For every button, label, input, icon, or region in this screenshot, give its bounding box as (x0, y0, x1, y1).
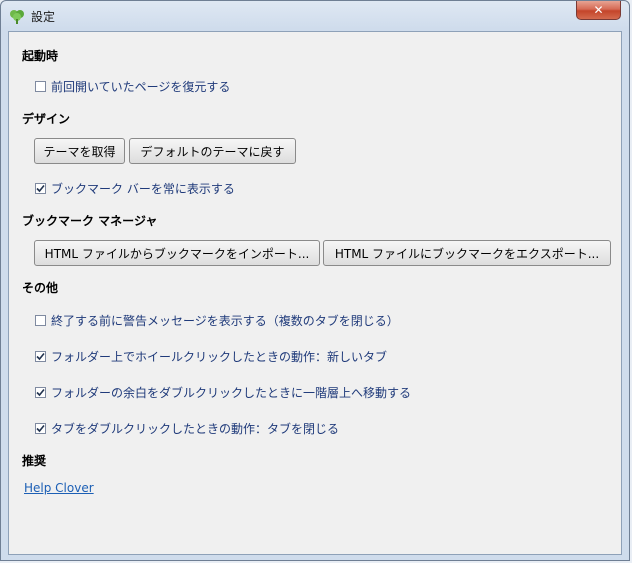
wheel-click-folder-checkbox-row[interactable]: フォルダー上でホイールクリックしたときの動作：新しいタブ (35, 348, 387, 364)
double-click-up-checkbox-row[interactable]: フォルダーの余白をダブルクリックしたときに一階層上へ移動する (35, 384, 411, 400)
help-clover-link[interactable]: Help Clover (24, 481, 94, 495)
section-title-other: その他 (22, 281, 59, 295)
double-click-tab-label: タブをダブルクリックしたときの動作：タブを閉じる (51, 421, 340, 436)
section-title-bookmark-manager: ブックマーク マネージャ (22, 214, 158, 228)
show-bookmark-bar-checkbox[interactable] (35, 182, 46, 194)
double-click-up-label: フォルダーの余白をダブルクリックしたときに一階層上へ移動する (51, 385, 412, 400)
warn-on-exit-checkbox[interactable] (35, 314, 46, 326)
warn-on-exit-checkbox-row[interactable]: 終了する前に警告メッセージを表示する（複数のタブを閉じる） (35, 312, 399, 328)
close-icon: ✕ (593, 3, 604, 17)
warn-on-exit-label: 終了する前に警告メッセージを表示する（複数のタブを閉じる） (51, 313, 399, 328)
get-theme-button[interactable]: テーマを取得 (34, 138, 125, 164)
section-title-startup: 起動時 (22, 49, 59, 63)
double-click-tab-checkbox-row[interactable]: タブをダブルクリックしたときの動作：タブを閉じる (35, 420, 339, 436)
import-bookmarks-button[interactable]: HTML ファイルからブックマークをインポート... (34, 240, 320, 266)
section-title-design: デザイン (22, 112, 71, 126)
export-bookmarks-button[interactable]: HTML ファイルにブックマークをエクスポート... (323, 240, 611, 266)
restore-pages-checkbox-row[interactable]: 前回開いていたページを復元する (35, 78, 230, 94)
settings-panel: 起動時 前回開いていたページを復元する デザイン テーマを取得 デフォルトのテー… (8, 31, 622, 555)
check-icon (36, 352, 45, 360)
check-icon (36, 388, 45, 396)
window-title: 設定 (31, 10, 56, 24)
double-click-tab-checkbox[interactable] (35, 422, 46, 434)
restore-pages-label: 前回開いていたページを復元する (51, 79, 231, 94)
reset-theme-button[interactable]: デフォルトのテーマに戻す (129, 138, 296, 164)
section-title-recommend: 推奨 (22, 454, 47, 468)
check-icon (36, 184, 45, 192)
title-bar: 設定 ✕ (1, 1, 629, 31)
show-bookmark-bar-checkbox-row[interactable]: ブックマーク バーを常に表示する (35, 180, 235, 196)
check-icon (36, 424, 45, 432)
double-click-up-checkbox[interactable] (35, 386, 46, 398)
wheel-click-folder-label: フォルダー上でホイールクリックしたときの動作：新しいタブ (51, 349, 388, 364)
wheel-click-folder-checkbox[interactable] (35, 350, 46, 362)
show-bookmark-bar-label: ブックマーク バーを常に表示する (51, 181, 235, 196)
clover-app-icon (10, 10, 24, 24)
restore-pages-checkbox[interactable] (35, 80, 46, 92)
close-button[interactable]: ✕ (576, 1, 621, 20)
settings-window: 設定 ✕ 起動時 前回開いていたページを復元する デザイン テーマを取得 デフォ… (0, 0, 630, 561)
